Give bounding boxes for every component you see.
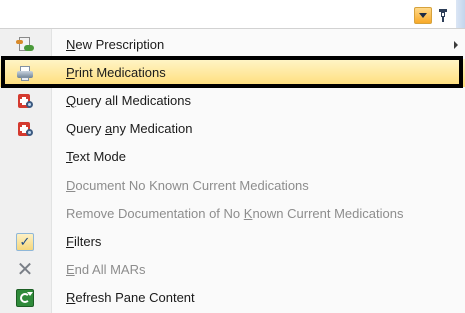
screen: New Prescription Print Medications Query… bbox=[0, 0, 465, 313]
submenu-arrow-icon bbox=[454, 41, 458, 49]
checkmark-icon: ✓ bbox=[16, 233, 34, 251]
menu-item-label: Filters bbox=[66, 234, 102, 249]
query-medication-icon bbox=[16, 120, 34, 138]
menu-item-label: Query all Medications bbox=[66, 93, 192, 108]
menu-item-label: Print Medications bbox=[66, 65, 166, 80]
menu-item-filters[interactable]: ✓ Filters bbox=[0, 228, 465, 256]
menu-item-new-prescription[interactable]: New Prescription bbox=[0, 31, 465, 59]
menu-item-label: Text Mode bbox=[66, 149, 126, 164]
printer-icon bbox=[16, 64, 34, 82]
query-medication-icon bbox=[16, 92, 34, 110]
menu-item-text-mode[interactable]: Text Mode bbox=[0, 143, 465, 171]
context-menu: New Prescription Print Medications Query… bbox=[0, 28, 465, 313]
end-x-icon: ✕ bbox=[16, 259, 34, 281]
menu-item-print-medications[interactable]: Print Medications bbox=[0, 59, 465, 87]
menu-item-label: Remove Documentation of No Known Current… bbox=[66, 206, 404, 221]
pin-icon[interactable] bbox=[436, 6, 450, 24]
menu-item-label: Document No Known Current Medications bbox=[66, 178, 309, 193]
menu-item-end-all-mars: ✕ End All MARs bbox=[0, 256, 465, 284]
pane-header bbox=[0, 0, 465, 28]
prescription-icon bbox=[16, 36, 34, 54]
pane-edge bbox=[456, 0, 465, 28]
chevron-down-icon[interactable] bbox=[414, 7, 432, 24]
menu-item-query-any-medication[interactable]: Query any Medication bbox=[0, 115, 465, 143]
menu-item-remove-documentation: Remove Documentation of No Known Current… bbox=[0, 200, 465, 228]
menu-item-query-all-medications[interactable]: Query all Medications bbox=[0, 87, 465, 115]
menu-item-document-no-known-medications: Document No Known Current Medications bbox=[0, 172, 465, 200]
menu-item-label: End All MARs bbox=[66, 262, 146, 277]
menu-item-label: Refresh Pane Content bbox=[66, 290, 195, 305]
menu-item-label: Query any Medication bbox=[66, 121, 193, 136]
menu-item-refresh-pane-content[interactable]: Refresh Pane Content bbox=[0, 284, 465, 312]
refresh-icon bbox=[16, 289, 34, 307]
menu-item-label: New Prescription bbox=[66, 37, 165, 52]
